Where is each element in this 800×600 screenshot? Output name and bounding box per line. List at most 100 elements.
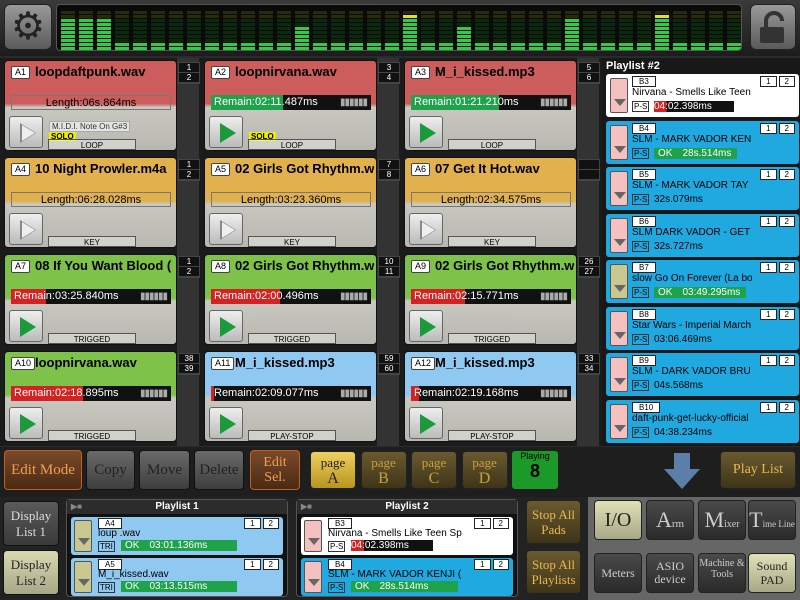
io-button[interactable]: I/O [594,500,642,540]
arm-button[interactable]: Arm [646,500,694,540]
drag-handle[interactable] [610,310,628,346]
drag-handle[interactable] [304,561,322,593]
drag-handle[interactable] [304,520,322,552]
mixer-button[interactable]: Mixer [698,500,746,540]
sound-pad[interactable]: A12 M_i_kissed.mp3 Remain:02:19.168ms ▮▮▮▮▮… [404,351,577,442]
meters-button[interactable]: Meters [594,553,642,593]
play-button[interactable] [409,213,443,245]
play-button[interactable] [9,407,43,439]
edit-sel-button[interactable]: Edit Sel. [250,450,300,490]
gear-icon[interactable]: ⚙ [4,4,52,50]
sound-pad[interactable]: A1 loopdaftpunk.wav Length:06s.864ms M.I.D.… [4,60,177,151]
play-button[interactable] [9,310,43,342]
play-button[interactable] [209,213,243,245]
mini-playlist-item[interactable]: B4 1 2 SLM - MARK VADOR KENJI (P-S OK 28s.514… [301,558,513,596]
routing-2[interactable]: 2 [778,215,795,227]
playlist-item[interactable]: B7 1 2 slow Go On Forever (La bo P-S OK 03:49.… [606,260,799,303]
routing-1[interactable]: 1 [760,215,777,227]
playlist-item[interactable]: B5 1 2 SLM - MARK VADOR TAY P-S 32s.079ms [606,167,799,210]
timeline-button[interactable]: Time Line [748,500,796,540]
routing-2[interactable]: 2 [492,559,509,570]
arrow-down-icon[interactable] [662,451,702,491]
routing-1[interactable]: 1 [244,518,261,529]
vu-segment [349,47,363,50]
routing-2[interactable]: 2 [262,559,279,570]
sound-pad[interactable]: A4 10 Night Prowler.m4a Length:06:28.028ms… [4,157,177,248]
play-button[interactable] [409,407,443,439]
drag-handle[interactable] [610,171,628,206]
routing-2[interactable]: 2 [778,76,795,87]
playlist-item[interactable]: B9 1 2 SLM - DARK VADOR BRU P-S 04s.568ms [606,353,799,396]
routing-2[interactable]: 2 [262,518,279,529]
sound-pad[interactable]: A8 02 Girls Got Rhythm.w Remain:02:00.496m… [204,254,377,345]
sound-pad[interactable]: A6 07 Get It Hot.wav Length:02:34.575ms KEY [404,157,577,248]
playlist-item[interactable]: B8 1 2 Star Wars - Imperial March P-S 03:06.4… [606,306,799,350]
routing-2[interactable]: 2 [778,122,795,134]
play-button[interactable] [9,213,43,245]
drag-handle[interactable] [610,217,628,253]
display-list-2-button[interactable]: Display List 2 [3,550,59,595]
move-button[interactable]: Move [139,450,190,490]
transport-controls-icon[interactable]: ▶■ [71,500,82,514]
page-d-button[interactable]: page D [461,451,508,489]
stop-all-playlists-button[interactable]: Stop All Playlists [526,550,581,594]
drag-handle[interactable] [74,561,92,593]
play-button[interactable] [209,407,243,439]
play-button[interactable] [409,116,443,148]
drag-handle[interactable] [610,124,628,160]
routing-2[interactable]: 2 [492,518,509,529]
unlock-icon[interactable] [750,4,796,50]
mini-playlist-item[interactable]: A4 1 2 loup .wav TRI OK 03:01.136ms [71,517,283,555]
routing-1[interactable]: 1 [760,401,777,413]
sound-pad[interactable]: A2 loopnirvana.wav Remain:02:11.487ms ▮▮▮▮▮… [204,60,377,151]
play-button[interactable] [409,310,443,342]
sound-pad[interactable]: A5 02 Girls Got Rhythm.w Length:03:23.360m… [204,157,377,248]
routing-1[interactable]: 1 [760,169,777,180]
asio-device-button[interactable]: ASIO device [646,553,694,593]
drag-handle[interactable] [610,78,628,113]
drag-handle[interactable] [610,403,628,439]
sound-pad[interactable]: A11 M_i_kissed.mp3 Remain:02:09.077ms ▮▮▮▮▮… [204,351,377,442]
drag-handle[interactable] [610,264,628,299]
playlist-item[interactable]: B10 1 2 daft-punk-get-lucky-official P-S 04:3… [606,399,799,443]
routing-1[interactable]: 1 [474,518,491,529]
routing-1[interactable]: 1 [760,122,777,134]
play-button[interactable] [209,310,243,342]
mini-playlist-item[interactable]: A5 1 2 M_i_kissed.wav TRI OK 03:13.515ms [71,558,283,596]
playlist-item[interactable]: B4 1 2 SLM - MARK VADOR KEN P-S OK 28s.514ms [606,120,799,164]
sound-pad[interactable]: A7 08 If You Want Blood (Remain:03:25.840… [4,254,177,345]
sound-pad[interactable]: A10 loopnirvana.wav Remain:02:18.895ms ▮▮▮▮… [4,351,177,442]
routing-1[interactable]: 1 [474,559,491,570]
playlist-item[interactable]: B6 1 2 SLM DARK VADOR - GET P-S 32s.727ms [606,213,799,257]
sound-pad[interactable]: A9 02 Girls Got Rhythm.w Remain:02:15.771m… [404,254,577,345]
page-b-button[interactable]: page B [360,451,407,489]
delete-button[interactable]: Delete [194,450,244,490]
routing-2[interactable]: 2 [778,355,795,366]
display-list-1-button[interactable]: Display List 1 [3,501,59,546]
transport-controls-icon[interactable]: ▶■ [301,500,312,514]
routing-2[interactable]: 2 [778,308,795,320]
machine-tools-button[interactable]: Machine & Tools [698,553,746,593]
playlist-item[interactable]: B3 1 2 Nirvana - Smells Like Teen P-S 04:02.3… [606,74,799,117]
routing-2[interactable]: 2 [778,262,795,273]
drag-handle[interactable] [74,520,92,552]
copy-button[interactable]: Copy [86,450,135,490]
routing-1[interactable]: 1 [760,262,777,273]
routing-2[interactable]: 2 [778,401,795,413]
sound-pad[interactable]: A3 M_i_kissed.mp3 Remain:01:21.210ms ▮▮▮▮▮▮… [404,60,577,151]
routing-1[interactable]: 1 [760,76,777,87]
play-button[interactable] [9,116,43,148]
page-c-button[interactable]: page C [411,451,457,489]
page-a-button[interactable]: page A [310,451,356,489]
stop-all-pads-button[interactable]: Stop All Pads [526,500,581,544]
play-button[interactable] [209,116,243,148]
routing-1[interactable]: 1 [760,308,777,320]
play-list-button[interactable]: Play List [720,451,796,489]
mini-playlist-item[interactable]: B3 1 2 Nirvana - Smells Like Teen Sp P-S 04:0… [301,517,513,555]
sound-pad-button[interactable]: Sound PAD [748,553,796,593]
routing-1[interactable]: 1 [244,559,261,570]
routing-1[interactable]: 1 [760,355,777,366]
routing-2[interactable]: 2 [778,169,795,180]
edit-mode-button[interactable]: Edit Mode [4,450,82,490]
drag-handle[interactable] [610,357,628,392]
